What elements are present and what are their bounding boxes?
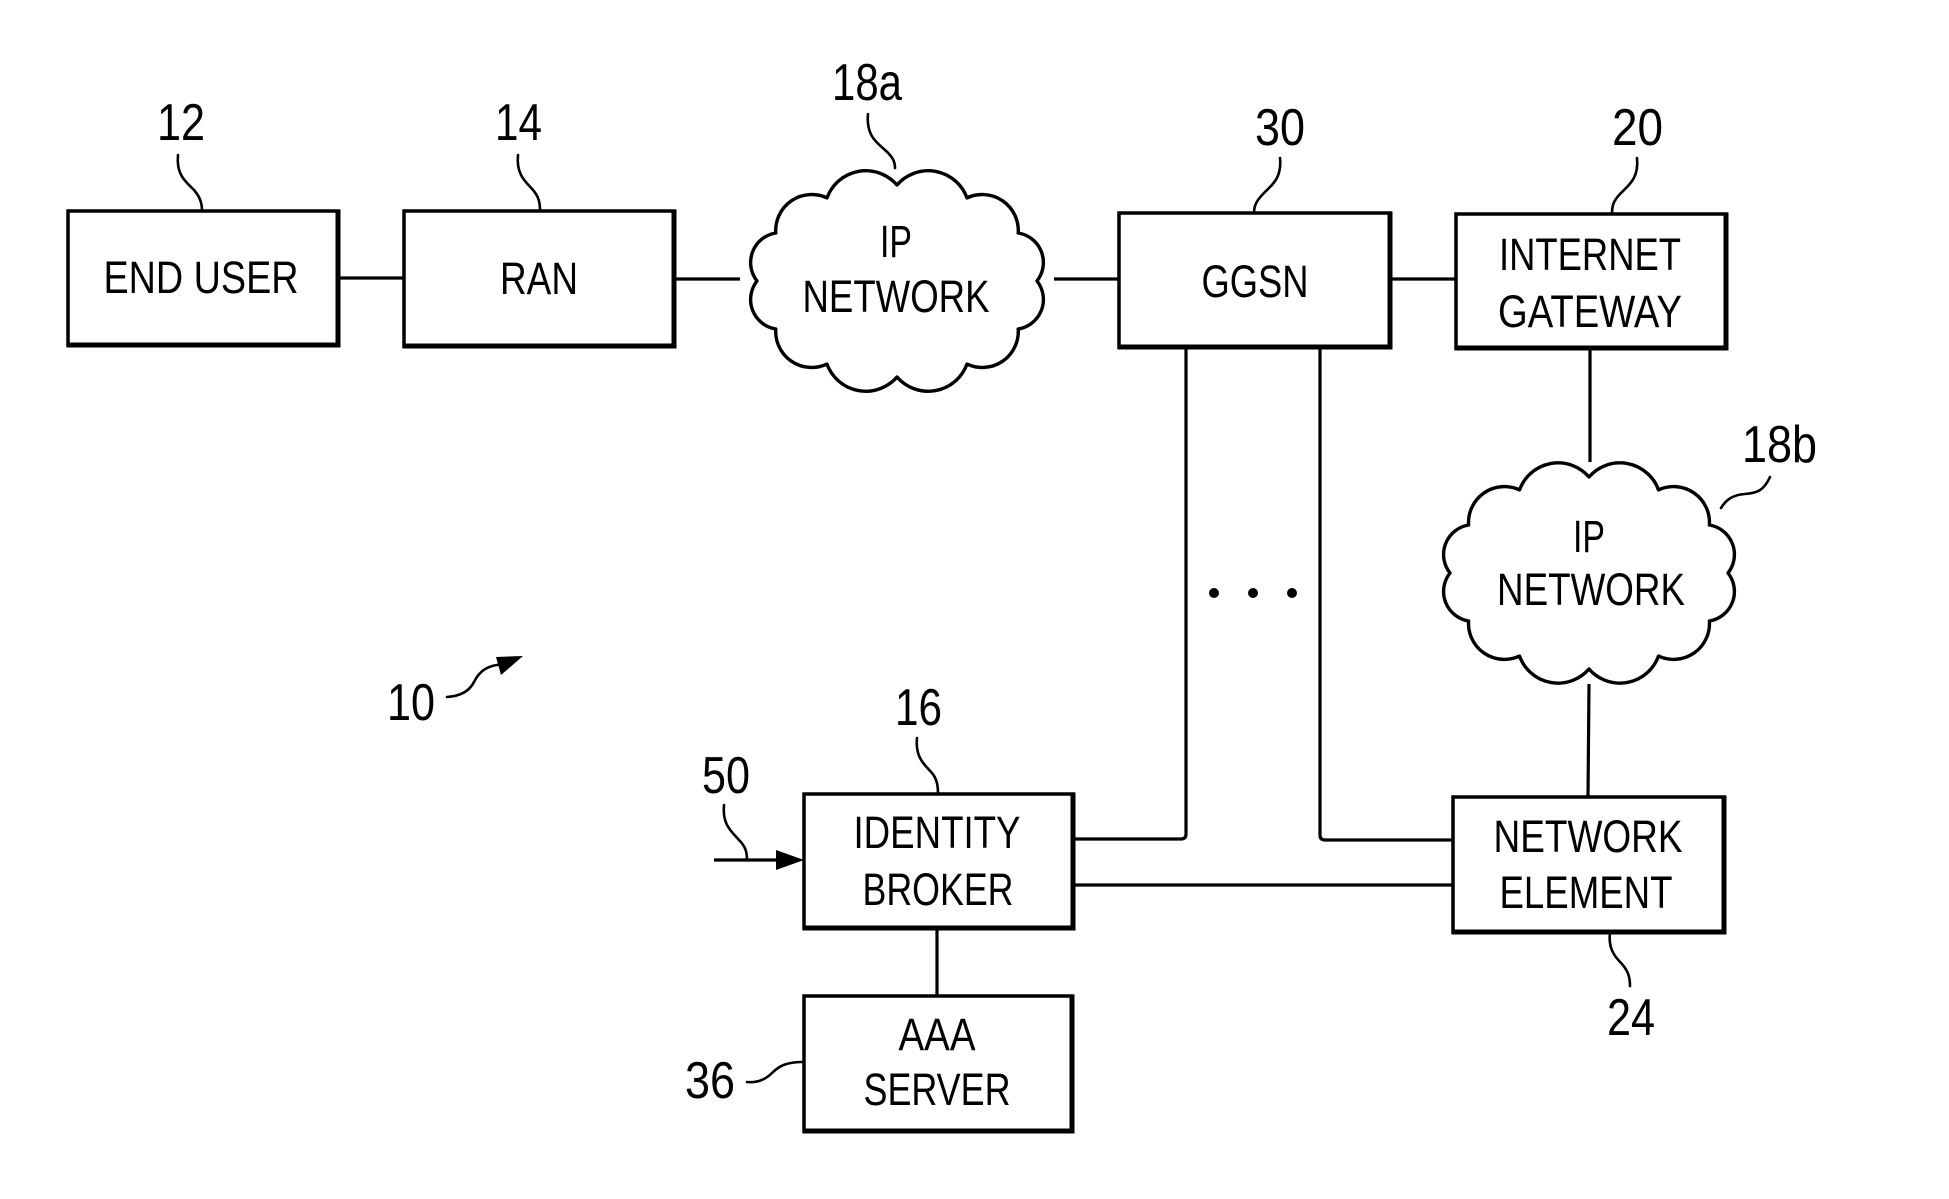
cloud-ip-network-a: IP NETWORK — [748, 169, 1046, 393]
ellipsis-dot — [1287, 588, 1297, 598]
system-arrow-curve — [445, 662, 507, 699]
ref-internet-gateway: 20 — [1612, 99, 1663, 157]
ref-input-arrow: 50 — [702, 747, 750, 805]
ref-aaa-server: 36 — [685, 1052, 735, 1110]
ellipsis-dot — [1248, 588, 1258, 598]
wire-ggsn-identity-broker — [1073, 347, 1188, 841]
aaa-server-label-line1: AAA — [899, 1009, 976, 1060]
network-diagram: IP NETWORK IP NETWORK END USER RAN GGSN … — [66, 54, 1817, 1134]
network-element-label-line2: ELEMENT — [1500, 867, 1673, 918]
ref-ip-network-b: 18b — [1742, 416, 1817, 474]
cloud-a-label-line1: IP — [880, 216, 912, 267]
cloud-a-label-line2: NETWORK — [803, 271, 990, 322]
cloud-ip-network-b: IP NETWORK — [1441, 461, 1737, 685]
box-ran: RAN — [402, 209, 677, 349]
ref-ggsn: 30 — [1255, 99, 1305, 157]
leader-14 — [516, 153, 542, 213]
input-arrow — [714, 850, 804, 870]
leader-30 — [1252, 156, 1282, 215]
leader-50 — [722, 803, 749, 862]
network-element-label-line1: NETWORK — [1494, 811, 1683, 862]
leader-18b — [1719, 475, 1772, 510]
box-internet-gateway: INTERNET GATEWAY — [1454, 212, 1729, 351]
box-end-user: END USER — [66, 209, 341, 348]
wire-ggsn-network-element — [1318, 347, 1453, 842]
ref-system: 10 — [387, 674, 435, 732]
box-network-element: NETWORK ELEMENT — [1451, 795, 1727, 935]
leader-16 — [915, 736, 940, 796]
leader-12 — [176, 153, 204, 213]
aaa-server-label-line2: SERVER — [864, 1064, 1011, 1115]
internet-gateway-label-line1: INTERNET — [1499, 229, 1681, 280]
end-user-label: END USER — [104, 252, 299, 303]
ellipsis-dot — [1209, 588, 1219, 598]
ref-end-user: 12 — [157, 94, 205, 152]
cloud-b-label-line1: IP — [1573, 511, 1605, 562]
ref-network-element: 24 — [1607, 989, 1655, 1047]
identity-broker-label-line2: BROKER — [863, 864, 1014, 915]
box-ggsn: GGSN — [1117, 211, 1393, 350]
ellipsis-icon — [1209, 588, 1297, 598]
leader-20 — [1610, 156, 1639, 216]
ggsn-label: GGSN — [1202, 256, 1309, 307]
cloud-b-label-line2: NETWORK — [1497, 564, 1685, 615]
internet-gateway-label-line2: GATEWAY — [1498, 286, 1682, 337]
leader-36 — [745, 1060, 805, 1084]
leader-18a — [866, 112, 897, 170]
system-arrow-icon — [496, 656, 523, 675]
leader-24 — [1608, 930, 1632, 988]
ref-ran: 14 — [495, 94, 542, 152]
identity-broker-label-line1: IDENTITY — [854, 807, 1021, 858]
ran-label: RAN — [500, 253, 578, 304]
box-aaa-server: AAA SERVER — [802, 994, 1075, 1134]
arrow-right-icon — [776, 850, 804, 870]
ref-ip-network-a: 18a — [832, 54, 902, 112]
box-identity-broker: IDENTITY BROKER — [802, 792, 1076, 931]
ref-identity-broker: 16 — [895, 679, 942, 737]
wire-cloud-b-network-element — [1586, 683, 1591, 798]
